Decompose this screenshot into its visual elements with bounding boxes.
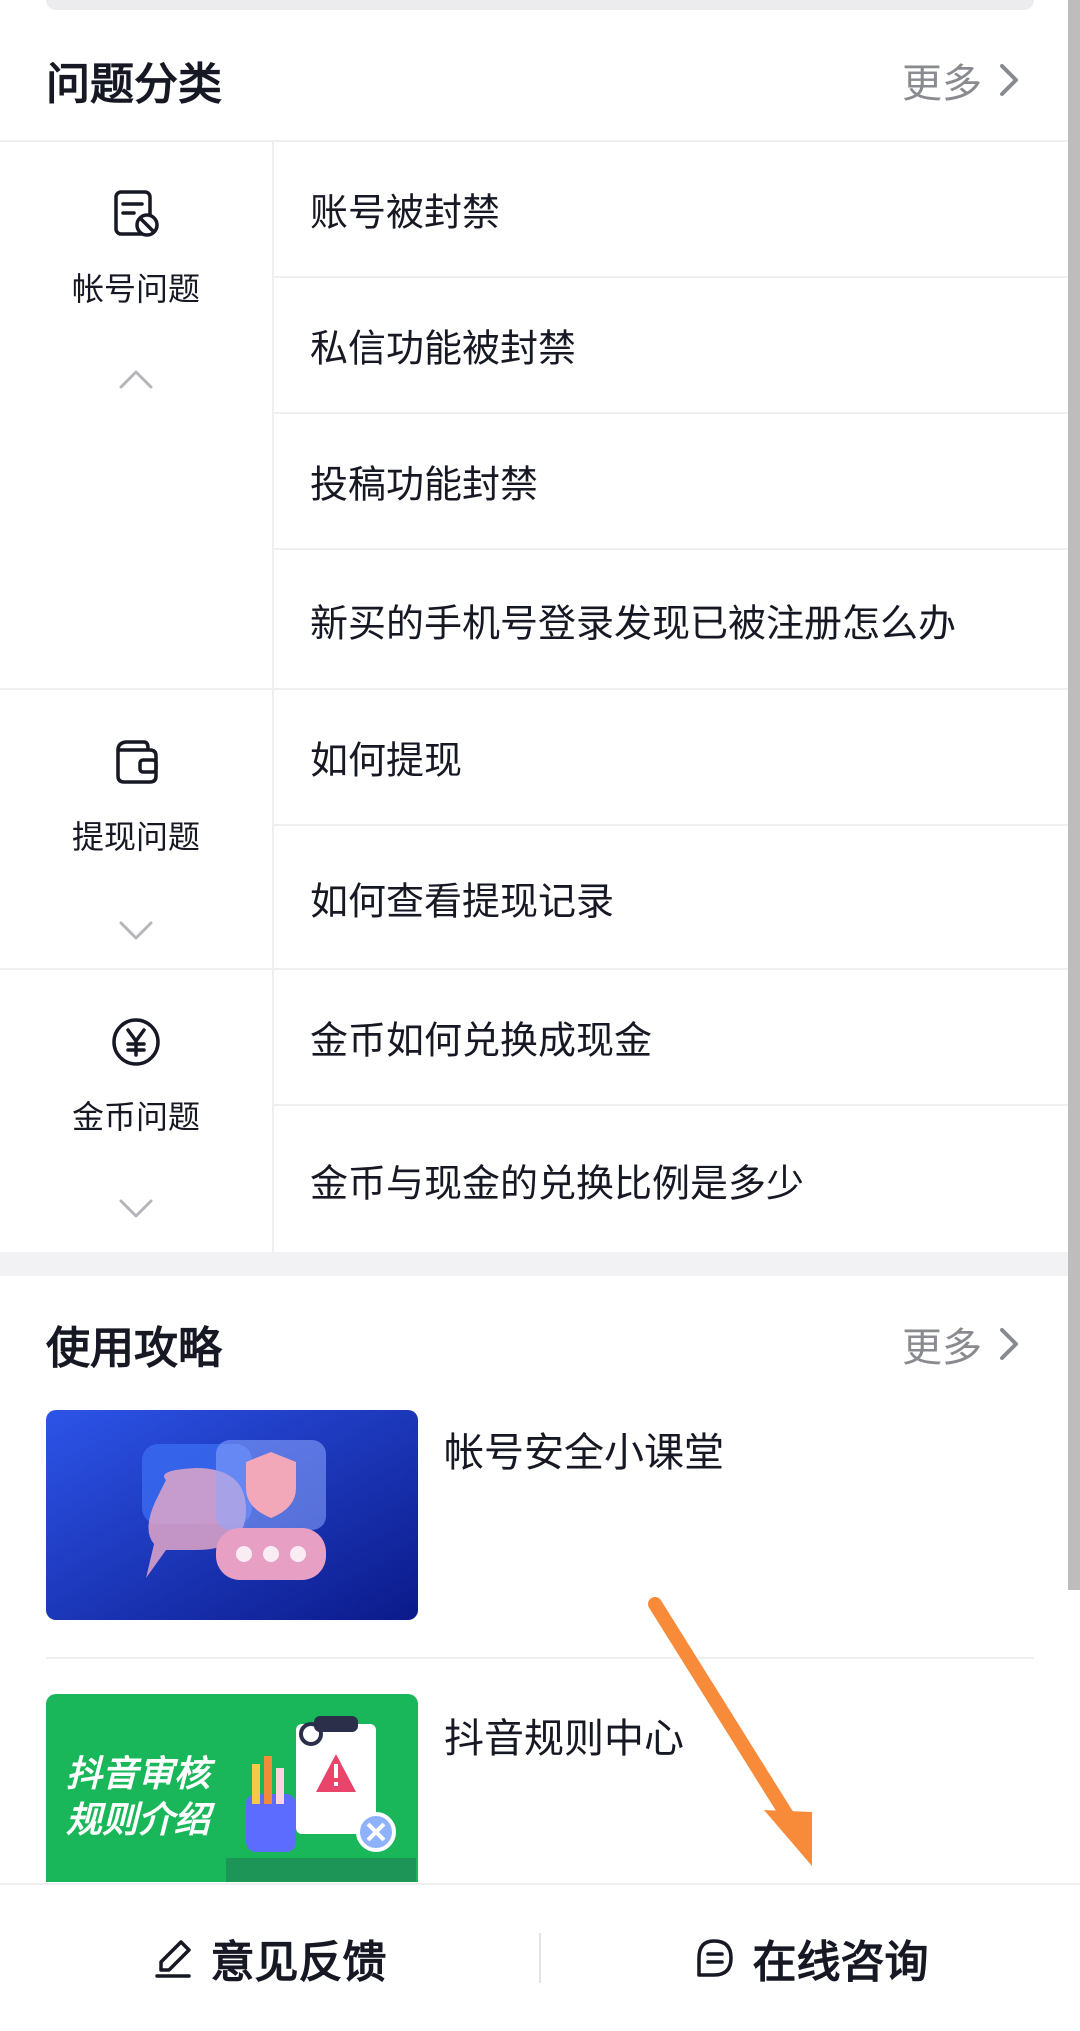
bottom-action-bar: 意见反馈 在线咨询 <box>0 1883 1080 2031</box>
chevron-right-icon <box>1000 1328 1018 1360</box>
faq-section-title: 问题分类 <box>46 59 222 110</box>
account-doc-icon <box>114 190 159 237</box>
guide-thumb-text: 抖音审核 规则介绍 <box>66 1752 210 1844</box>
yen-coin-icon <box>112 1018 160 1066</box>
online-consult-label: 在线咨询 <box>752 1937 929 1988</box>
chevron-down-icon[interactable] <box>118 1198 154 1220</box>
top-card-edge <box>46 0 1034 10</box>
category-group-coins: 金币问题 金币如何兑换成现金 金币与现金的兑换比例是多少 <box>0 968 1068 1254</box>
guide-thumb-line1: 抖音审核 <box>66 1754 211 1795</box>
section-separator <box>0 1252 1068 1276</box>
scrollbar[interactable] <box>1068 0 1080 1590</box>
guides-section-header: 使用攻略 更多 <box>0 1276 1068 1412</box>
guides-section-title: 使用攻略 <box>46 1323 222 1374</box>
list-divider <box>46 1657 1034 1659</box>
guides-more-link[interactable]: 更多 <box>902 1315 1022 1373</box>
chat-bubble-icon <box>696 1939 733 1977</box>
pencil-icon <box>154 1940 191 1978</box>
online-consult-button[interactable]: 在线咨询 <box>541 1885 1080 2031</box>
guide-title: 帐号安全小课堂 <box>444 1430 724 1476</box>
faq-more-link[interactable]: 更多 <box>902 51 1022 109</box>
faq-item[interactable]: 如何查看提现记录 <box>274 826 1068 970</box>
guides-more-label: 更多 <box>902 1325 982 1371</box>
category-tab-withdraw[interactable]: 提现问题 <box>0 690 274 970</box>
category-label-account: 帐号问题 <box>71 270 200 308</box>
guide-thumbnail: 抖音审核 规则介绍 <box>46 1694 418 1882</box>
faq-item-label: 私信功能被封禁 <box>310 326 577 371</box>
category-group-withdraw: 提现问题 如何提现 如何查看提现记录 <box>0 688 1068 970</box>
faq-item[interactable]: 新买的手机号登录发现已被注册怎么办 <box>274 550 1068 690</box>
chevron-down-icon[interactable] <box>118 920 154 942</box>
faq-item-label: 账号被封禁 <box>310 190 501 235</box>
category-label-coins: 金币问题 <box>71 1098 200 1136</box>
faq-item-label: 投稿功能封禁 <box>310 462 539 507</box>
category-tab-coins[interactable]: 金币问题 <box>0 970 274 1254</box>
faq-more-label: 更多 <box>902 61 982 107</box>
category-label-withdraw: 提现问题 <box>71 818 200 856</box>
guide-title: 抖音规则中心 <box>444 1716 684 1762</box>
faq-item-label: 金币如何兑换成现金 <box>310 1018 653 1063</box>
faq-item-label: 金币与现金的兑换比例是多少 <box>310 1161 805 1206</box>
guide-card-rules-center[interactable]: 抖音审核 规则介绍 抖音规则中心 <box>46 1694 1034 1882</box>
faq-item-label: 如何查看提现记录 <box>310 879 615 924</box>
security-chat-illustration <box>46 1410 418 1620</box>
feedback-button[interactable]: 意见反馈 <box>0 1885 539 2031</box>
faq-item[interactable]: 账号被封禁 <box>274 142 1068 278</box>
feedback-label: 意见反馈 <box>210 1937 387 1988</box>
chevron-up-icon[interactable] <box>118 368 154 390</box>
guide-card-account-security[interactable]: 帐号安全小课堂 <box>46 1410 1034 1622</box>
faq-item[interactable]: 金币如何兑换成现金 <box>274 970 1068 1106</box>
faq-item[interactable]: 投稿功能封禁 <box>274 414 1068 550</box>
category-group-account: 帐号问题 账号被封禁 私信功能被封禁 投稿功能封禁 新买的手机号登录发现已被注册… <box>0 140 1068 690</box>
faq-item[interactable]: 私信功能被封禁 <box>274 278 1068 414</box>
guide-thumbnail <box>46 1410 418 1620</box>
wallet-icon <box>116 740 158 784</box>
scrollbar-thumb[interactable] <box>1068 0 1080 1590</box>
faq-item-label: 新买的手机号登录发现已被注册怎么办 <box>310 601 957 646</box>
faq-item[interactable]: 如何提现 <box>274 690 1068 826</box>
category-tab-account[interactable]: 帐号问题 <box>0 142 274 690</box>
faq-item-label: 如何提现 <box>310 738 463 783</box>
faq-item[interactable]: 金币与现金的兑换比例是多少 <box>274 1106 1068 1254</box>
faq-section-header: 问题分类 更多 <box>0 10 1068 150</box>
guide-thumb-line2: 规则介绍 <box>66 1800 211 1841</box>
chevron-right-icon <box>1000 64 1018 96</box>
